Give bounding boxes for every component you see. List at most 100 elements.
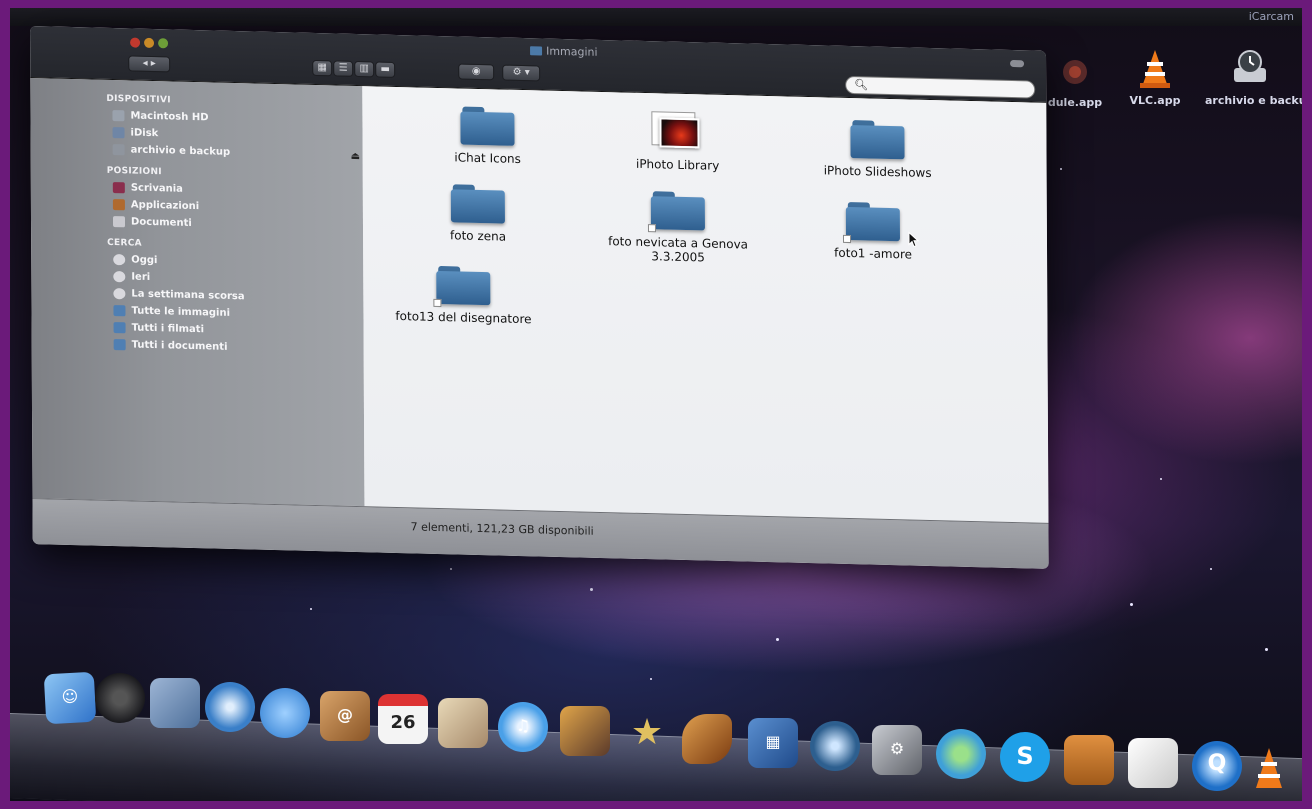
dock-vlc-icon[interactable] (1246, 744, 1292, 794)
close-button[interactable] (130, 37, 141, 48)
sidebar-item-label: iDisk (130, 127, 159, 140)
folder-icon (842, 201, 901, 244)
file-item-iphoto-library[interactable]: iPhoto Library (577, 109, 777, 174)
dock-skype-icon[interactable]: S (1000, 732, 1050, 782)
folder-icon (460, 106, 515, 146)
file-item-label: iPhoto Slideshows (823, 163, 932, 181)
eye-icon: ◉ (471, 65, 481, 78)
clock-icon (113, 271, 126, 283)
dock-imovie-icon[interactable]: ★ (622, 710, 672, 760)
dock-ichat-icon[interactable] (260, 688, 310, 738)
sidebar-item-label: Ieri (131, 271, 151, 283)
view-column-button[interactable]: ▥ (354, 60, 375, 78)
folder-icon (850, 120, 905, 160)
folder-icon (433, 265, 491, 308)
file-item-label: iPhoto Library (635, 156, 720, 173)
star (1265, 648, 1268, 651)
dock-finder-icon[interactable]: ☺ (43, 671, 97, 725)
clock-icon (113, 254, 126, 266)
sidebar-item-label: Documenti (130, 216, 192, 229)
minimize-button[interactable] (144, 37, 155, 49)
search-field[interactable]: 🔍︎ (845, 75, 1036, 99)
file-item-foto13-disegnatore[interactable]: foto13 del disegnatore (363, 264, 563, 327)
sidebar-item-label: Tutte le immagini (131, 305, 231, 319)
gear-icon: ⚙ ▾ (512, 66, 530, 79)
search-icon: 🔍︎ (854, 78, 869, 92)
sidebar-item-label: Oggi (131, 254, 158, 267)
dock-safari-icon[interactable] (205, 682, 255, 732)
eject-icon[interactable]: ⏏ (351, 148, 361, 165)
time-machine-drive-icon (1228, 46, 1272, 90)
applications-icon (112, 199, 125, 211)
dock-dashboard-icon[interactable] (95, 673, 145, 723)
menu-bar: iCarcam (10, 8, 1302, 26)
sidebar-item-label: Tutti i filmati (131, 322, 205, 336)
desktop-icon-label: archivio e backup (1205, 94, 1302, 107)
dock-garageband-icon[interactable] (682, 714, 732, 764)
finder-window: Immagini ◂ ▸ ▦ ☰ ▥ ▬ ◉ ⚙ ▾ 🔍︎ DISPOSITIV… (30, 26, 1049, 569)
dock-time-machine-icon[interactable] (810, 721, 860, 771)
file-item-label: foto1 -amore (834, 245, 913, 262)
window-title: Immagini (530, 44, 598, 59)
documents-icon (112, 216, 126, 228)
sidebar-item-label: Macintosh HD (130, 110, 209, 124)
desktop-icon-label: VLC.app (1129, 94, 1181, 107)
star (776, 638, 779, 641)
folder-icon (647, 191, 705, 233)
dock-keynote-icon[interactable] (1064, 735, 1114, 785)
dock-mail-icon[interactable] (150, 678, 200, 728)
file-item-label: foto13 del disegnatore (395, 308, 532, 327)
hard-drive-icon (112, 110, 125, 122)
file-item-iphoto-slideshows[interactable]: iPhoto Slideshows (777, 118, 977, 181)
star (1210, 568, 1212, 570)
file-item-foto-nevicata[interactable]: foto nevicata a Genova 3.3.2005 (578, 189, 778, 266)
back-forward-buttons[interactable]: ◂ ▸ (128, 55, 171, 73)
menubar-status-text: iCarcam (1248, 10, 1294, 23)
quick-look-button[interactable]: ◉ (458, 63, 495, 81)
file-item-label: foto zena (449, 228, 507, 244)
star (450, 568, 452, 570)
sidebar-item-label: archivio e backup (130, 144, 231, 158)
smart-folder-icon (113, 322, 126, 334)
calendar-date: 26 (390, 712, 416, 733)
dock-spaces-icon[interactable]: ▦ (748, 718, 798, 768)
sidebar-item-label: Tutti i documenti (131, 339, 228, 353)
folder-icon (530, 46, 543, 56)
file-item-label: foto nevicata a Genova 3.3.2005 (608, 234, 749, 265)
star (310, 608, 312, 610)
dock-preview-icon[interactable] (438, 698, 488, 748)
sidebar-item-label: Applicazioni (130, 199, 200, 213)
smart-folder-icon (113, 339, 126, 351)
action-menu-button[interactable]: ⚙ ▾ (502, 64, 541, 82)
dock-textedit-icon[interactable] (1128, 738, 1178, 788)
star (1130, 603, 1133, 606)
iphoto-library-icon (651, 111, 703, 152)
dock-iphoto-icon[interactable] (560, 706, 610, 756)
clock-icon (113, 288, 126, 300)
zoom-button[interactable] (158, 38, 169, 49)
desktop-icon (112, 182, 125, 194)
dock-messenger-icon[interactable] (936, 729, 986, 779)
toolbar-toggle-button[interactable] (1010, 59, 1025, 68)
dock-address-book-icon[interactable]: @ (320, 691, 370, 741)
dock-system-preferences-icon[interactable]: ⚙ (872, 725, 922, 775)
file-item-foto-zena[interactable]: foto zena (378, 183, 578, 246)
desktop-icon-archivio[interactable]: archivio e backup (1205, 46, 1302, 107)
file-browser-content: iChat Icons iPhoto Library iPhoto Slides… (362, 86, 1049, 523)
file-item-foto1-amore[interactable]: foto1 -amore (773, 200, 973, 263)
external-drive-icon (112, 144, 125, 156)
file-item-ichat-icons[interactable]: iChat Icons (387, 105, 587, 168)
dock-itunes-icon[interactable]: ♫ (498, 702, 548, 752)
view-coverflow-button[interactable]: ▬ (375, 61, 396, 78)
view-icon-button[interactable]: ▦ (312, 59, 333, 77)
star (1160, 478, 1162, 480)
desktop-icon-vlc[interactable]: VLC.app (1110, 46, 1200, 107)
window-title-text: Immagini (546, 44, 598, 59)
star (650, 678, 652, 680)
status-text: 7 elementi, 121,23 GB disponibili (410, 520, 594, 538)
sidebar-item-label: La settimana scorsa (131, 288, 245, 303)
view-list-button[interactable]: ☰ (333, 60, 354, 77)
dock-quicktime-icon[interactable]: Q (1192, 741, 1242, 791)
idisk-icon (112, 127, 125, 139)
dock-ical-icon[interactable]: 26 (378, 694, 428, 744)
